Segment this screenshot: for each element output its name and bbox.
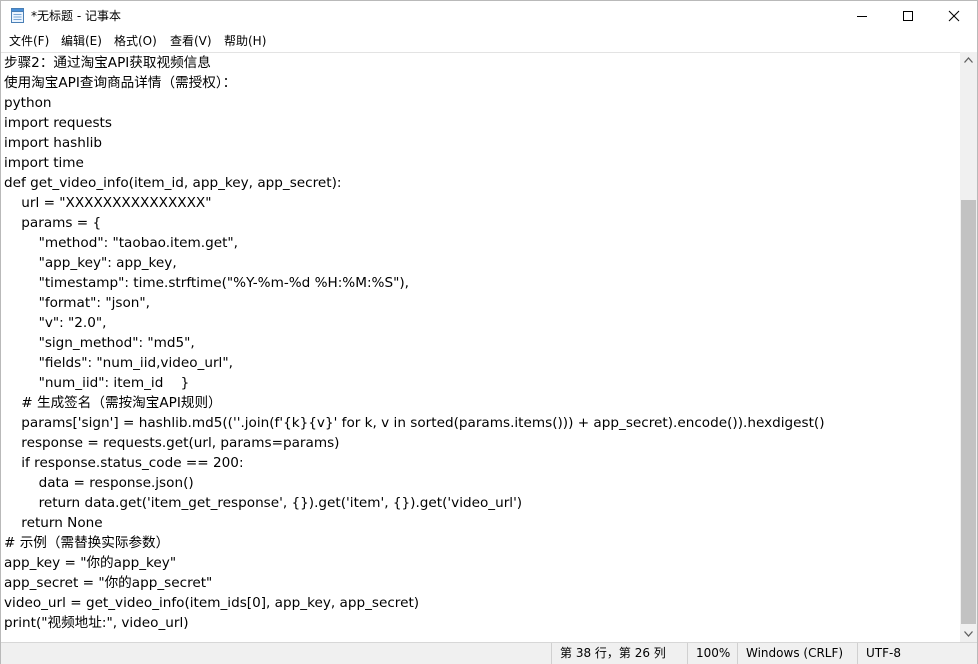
- close-button[interactable]: [931, 1, 977, 31]
- cursor-position: 第 38 行，第 26 列: [551, 643, 686, 664]
- code-line: import requests: [4, 115, 112, 131]
- notepad-icon: [11, 8, 24, 23]
- scroll-down-icon[interactable]: [964, 631, 973, 637]
- zoom-level: 100%: [687, 643, 736, 664]
- code-line: response = requests.get(url, params=para…: [4, 435, 340, 451]
- line-ending: Windows (CRLF): [737, 643, 848, 664]
- code-line: "timestamp": time.strftime("%Y-%m-%d %H:…: [4, 275, 409, 291]
- close-icon: [948, 10, 960, 22]
- code-line: "format": "json",: [4, 295, 150, 311]
- maximize-button[interactable]: [885, 1, 931, 31]
- minimize-button[interactable]: [839, 1, 885, 31]
- code-line: return data.get('item_get_response', {})…: [4, 495, 523, 511]
- code-line: url = "XXXXXXXXXXXXXXX": [4, 195, 212, 211]
- code-line: "app_key": app_key,: [4, 255, 177, 271]
- menu-edit[interactable]: 编辑(E): [61, 33, 102, 49]
- code-line: if response.status_code == 200:: [4, 455, 244, 471]
- scroll-thumb[interactable]: [961, 200, 976, 624]
- code-line: # 示例（需替换实际参数）: [4, 535, 170, 551]
- code-line: # 生成签名（需按淘宝API规则）: [4, 395, 222, 411]
- code-line: "sign_method": "md5",: [4, 335, 195, 351]
- code-line: 使用淘宝API查询商品详情（需授权）：: [4, 75, 237, 91]
- code-line: "method": "taobao.item.get",: [4, 235, 238, 251]
- maximize-icon: [903, 11, 913, 21]
- code-line: "fields": "num_iid,video_url",: [4, 355, 233, 371]
- code-line: return None: [4, 515, 103, 531]
- menu-help[interactable]: 帮助(H): [224, 33, 266, 49]
- status-bar: 第 38 行，第 26 列 100% Windows (CRLF) UTF-8: [1, 642, 977, 664]
- code-line: 步骤2：通过淘宝API获取视频信息: [4, 55, 211, 71]
- code-line: import time: [4, 155, 84, 171]
- menu-view[interactable]: 查看(V): [170, 33, 212, 49]
- vertical-scrollbar[interactable]: [960, 52, 977, 642]
- code-line: video_url = get_video_info(item_ids[0], …: [4, 595, 420, 611]
- menu-format[interactable]: 格式(O): [114, 33, 157, 49]
- code-line: print("视频地址:", video_url): [4, 615, 189, 631]
- text-editor[interactable]: 步骤2：通过淘宝API获取视频信息使用淘宝API查询商品详情（需授权）： pyth…: [1, 52, 960, 643]
- encoding: UTF-8: [857, 643, 976, 664]
- title-bar[interactable]: *无标题 - 记事本: [1, 1, 977, 31]
- notepad-window: *无标题 - 记事本 文件(F) 编辑(E) 格式(O) 查看(V) 帮助(H)…: [0, 0, 978, 664]
- code-line: "num_iid": item_id }: [4, 375, 190, 391]
- menu-file[interactable]: 文件(F): [9, 33, 49, 49]
- code-line: def get_video_info(item_id, app_key, app…: [4, 175, 342, 191]
- code-line: app_secret = "你的app_secret": [4, 575, 213, 591]
- code-line: data = response.json(): [4, 475, 194, 491]
- code-line: "v": "2.0",: [4, 315, 107, 331]
- code-line: app_key = "你的app_key": [4, 555, 177, 571]
- code-line: params = {: [4, 215, 102, 231]
- menu-bar: 文件(F) 编辑(E) 格式(O) 查看(V) 帮助(H): [1, 31, 977, 51]
- code-line: import hashlib: [4, 135, 103, 151]
- code-line: python: [4, 95, 52, 111]
- window-title: *无标题 - 记事本: [31, 9, 121, 23]
- minimize-icon: [857, 16, 867, 17]
- scroll-up-icon[interactable]: [964, 57, 973, 63]
- code-line: params['sign'] = hashlib.md5((''.join(f'…: [4, 415, 825, 431]
